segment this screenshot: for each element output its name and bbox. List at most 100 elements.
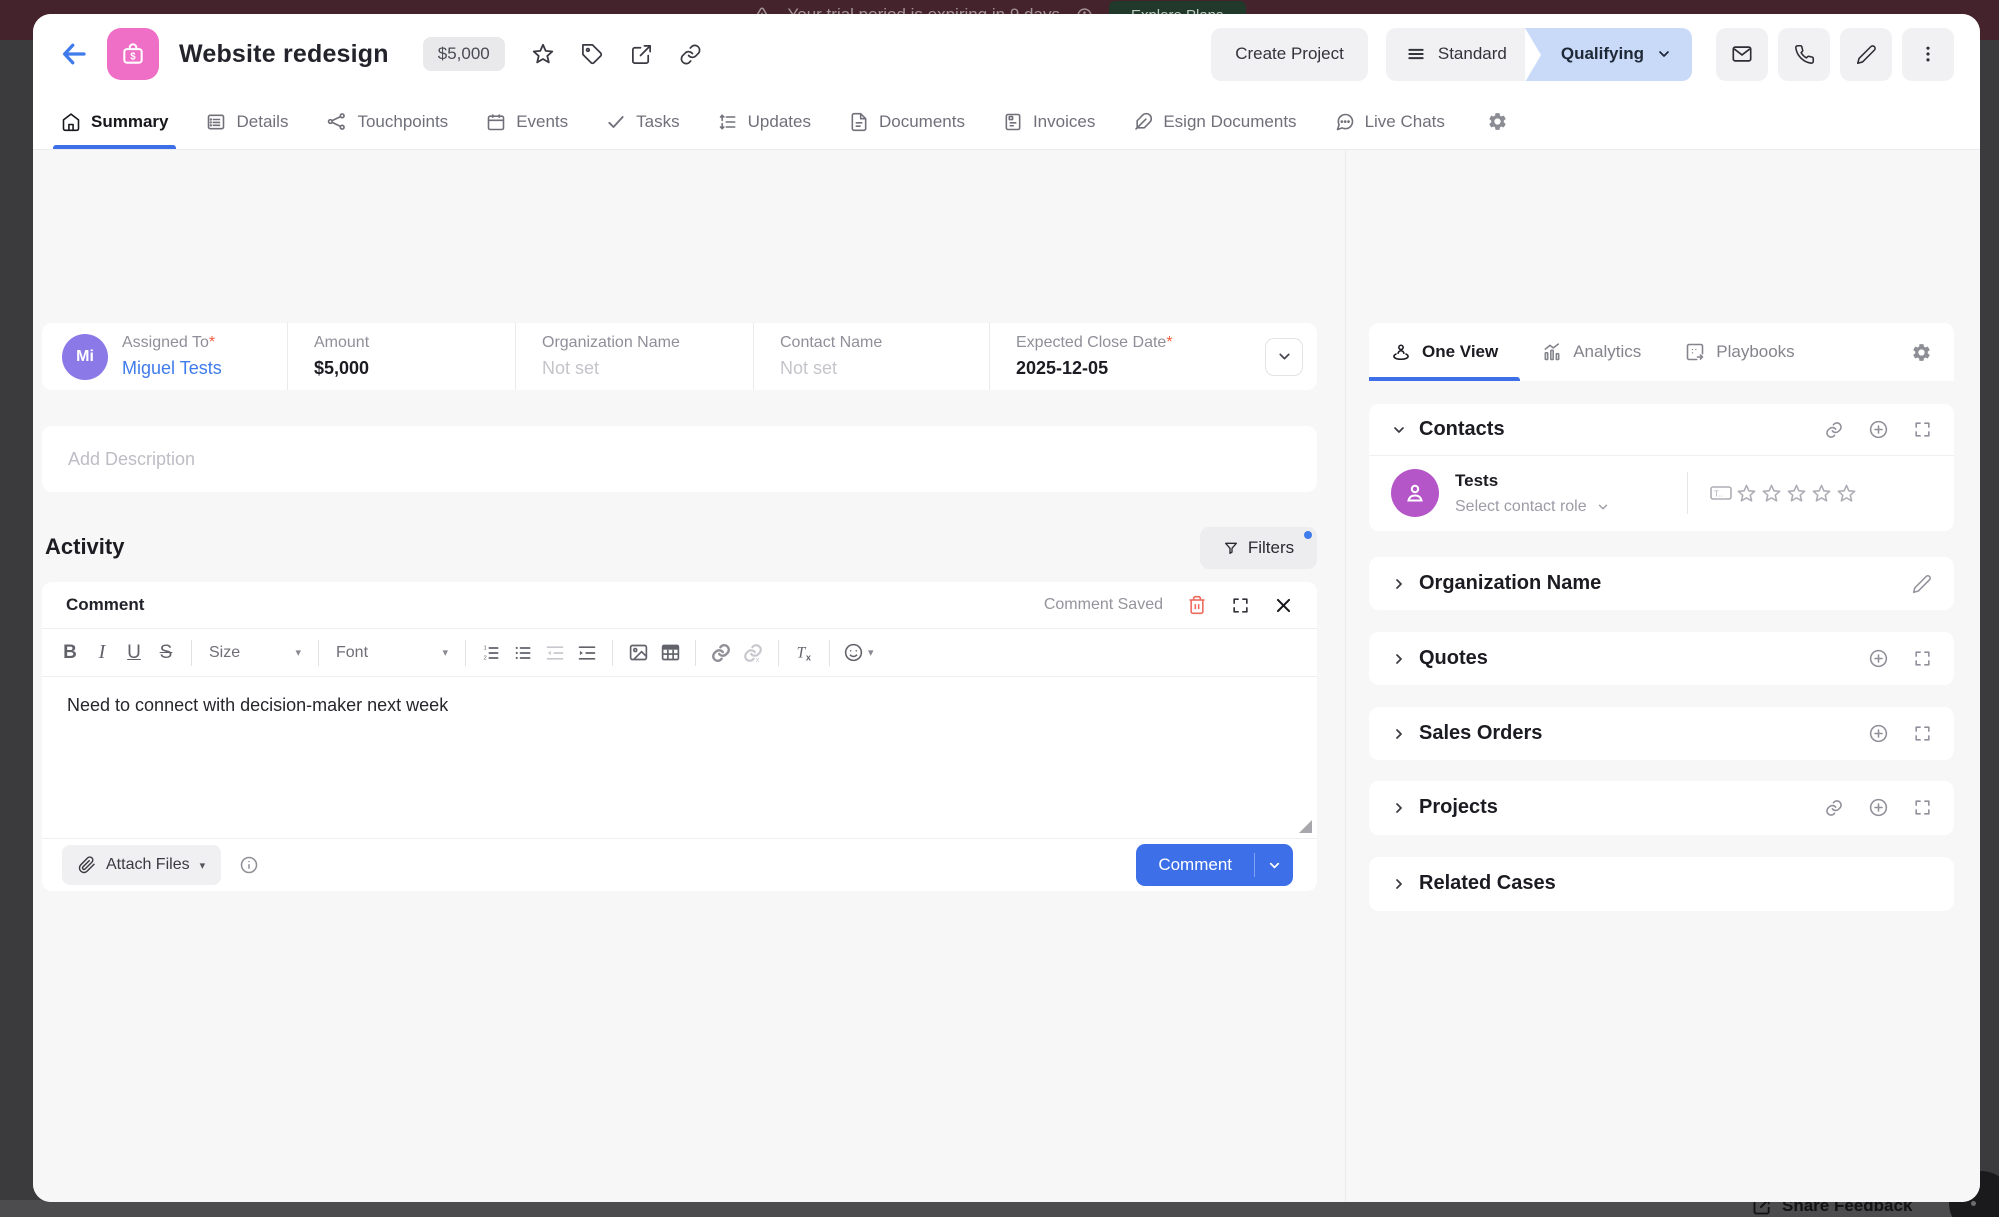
related-cases-section-header[interactable]: Related Cases [1369,857,1954,910]
remove-link-button[interactable]: x [737,637,769,669]
add-contact-icon[interactable] [1868,419,1889,440]
quotes-section-header[interactable]: Quotes [1369,632,1954,685]
expand-comment-icon[interactable] [1231,596,1250,615]
tab-esign-documents[interactable]: Esign Documents [1133,94,1296,149]
star-icon[interactable] [1786,483,1807,504]
bullet-list-button[interactable] [507,637,539,669]
comment-editor: Comment Comment Saved B I U S Size▾ Font… [42,582,1317,891]
svg-text:2: 2 [484,655,487,661]
tab-invoices[interactable]: Invoices [1003,94,1095,149]
add-quote-icon[interactable] [1868,648,1889,669]
sidebar-tab-analytics[interactable]: Analytics [1520,323,1663,381]
projects-section-header[interactable]: Projects [1369,781,1954,834]
indent-button[interactable] [571,637,603,669]
edit-organization-icon[interactable] [1912,574,1932,594]
contact-rating[interactable]: T.. [1710,483,1857,504]
tab-tasks[interactable]: Tasks [606,94,679,149]
bold-button[interactable]: B [54,637,86,669]
resize-handle[interactable] [1299,820,1312,833]
tab-documents[interactable]: Documents [849,94,965,149]
stage-dropdown[interactable]: Qualifying [1525,28,1692,81]
ordered-list-button[interactable]: 12 [475,637,507,669]
add-project-icon[interactable] [1868,797,1889,818]
delete-comment-icon[interactable] [1187,595,1207,615]
tab-settings-button[interactable] [1487,111,1508,132]
submit-comment-button[interactable]: Comment [1136,844,1254,886]
tab-events[interactable]: Events [486,94,568,149]
tab-updates[interactable]: Updates [718,94,811,149]
contact-name[interactable]: Tests [1455,471,1681,491]
sales-orders-section-header[interactable]: Sales Orders [1369,707,1954,760]
tag-icon[interactable] [581,43,604,66]
organization-section-header[interactable]: Organization Name [1369,557,1954,610]
link-project-icon[interactable] [1824,798,1844,818]
assignee-link[interactable]: Miguel Tests [122,358,222,379]
deal-tab-bar: Summary Details Touchpoints Events Tasks… [33,94,1980,150]
expand-quotes-icon[interactable] [1913,649,1932,668]
star-icon[interactable] [1811,483,1832,504]
tab-touchpoints[interactable]: Touchpoints [326,94,448,149]
star-icon[interactable] [1736,483,1757,504]
edit-open-icon[interactable] [630,43,653,66]
tab-live-chats[interactable]: Live Chats [1335,94,1445,149]
add-sales-order-icon[interactable] [1868,723,1889,744]
edit-button[interactable] [1840,28,1892,81]
comment-options-dropdown[interactable] [1255,844,1293,886]
field-expected-close-date[interactable]: Expected Close Date* 2025-12-05 [989,323,1260,390]
copy-link-icon[interactable] [679,43,702,66]
field-organization-name[interactable]: Organization Name Not set [515,323,753,390]
info-bar-expand-button[interactable] [1265,338,1303,376]
star-icon[interactable] [531,42,555,66]
outdent-button[interactable] [539,637,571,669]
sidebar-tab-playbooks[interactable]: Playbooks [1663,323,1816,381]
emoji-button[interactable]: ▾ [839,637,878,669]
insert-image-button[interactable] [622,637,654,669]
svg-text:T..: T.. [1714,490,1722,499]
email-button[interactable] [1716,28,1768,81]
sidebar-tab-one-view[interactable]: One View [1369,323,1520,381]
strikethrough-button[interactable]: S [150,637,182,669]
analytics-icon [1542,342,1562,362]
attach-files-button[interactable]: Attach Files ▾ [62,845,221,885]
back-arrow-icon [59,39,89,69]
underline-button[interactable]: U [118,637,150,669]
call-button[interactable] [1778,28,1830,81]
star-icon[interactable] [1836,483,1857,504]
tab-summary[interactable]: Summary [61,94,168,149]
pipeline-selector[interactable]: Standard [1386,28,1525,81]
submit-comment-split-button[interactable]: Comment [1136,844,1293,886]
more-options-button[interactable] [1902,28,1954,81]
font-size-dropdown[interactable]: Size▾ [201,644,309,662]
check-icon [606,112,626,132]
back-button[interactable] [59,39,89,69]
remove-format-button[interactable]: Tx [788,637,820,669]
attachment-info-icon[interactable] [239,855,259,875]
kebab-menu-icon [1918,44,1938,64]
tab-details[interactable]: Details [206,94,288,149]
sidebar-settings-button[interactable] [1911,342,1932,363]
gear-icon [1911,342,1932,363]
one-view-icon [1391,342,1411,362]
expand-projects-icon[interactable] [1913,798,1932,817]
description-input[interactable]: Add Description [42,426,1317,492]
contact-role-dropdown[interactable]: Select contact role [1455,498,1681,516]
font-family-dropdown[interactable]: Font▾ [328,644,456,662]
insert-link-button[interactable] [705,637,737,669]
create-project-button[interactable]: Create Project [1211,28,1368,81]
expand-contacts-icon[interactable] [1913,420,1932,439]
field-assigned-to[interactable]: Mi Assigned To* Miguel Tests [42,323,287,390]
contact-row[interactable]: Tests Select contact role T.. [1369,456,1954,530]
comment-body[interactable]: Need to connect with decision-maker next… [42,677,1317,838]
field-contact-name[interactable]: Contact Name Not set [753,323,989,390]
star-icon[interactable] [1761,483,1782,504]
expand-sales-orders-icon[interactable] [1913,724,1932,743]
link-contact-icon[interactable] [1824,420,1844,440]
italic-button[interactable]: I [86,637,118,669]
caret-down-icon: ▾ [868,646,874,659]
filters-button[interactable]: Filters [1200,527,1317,569]
pipeline-stage-control: Standard Qualifying [1386,28,1692,81]
close-comment-icon[interactable] [1274,596,1293,615]
contacts-header[interactable]: Contacts [1369,404,1954,456]
insert-table-button[interactable] [654,637,686,669]
field-amount[interactable]: Amount $5,000 [287,323,515,390]
